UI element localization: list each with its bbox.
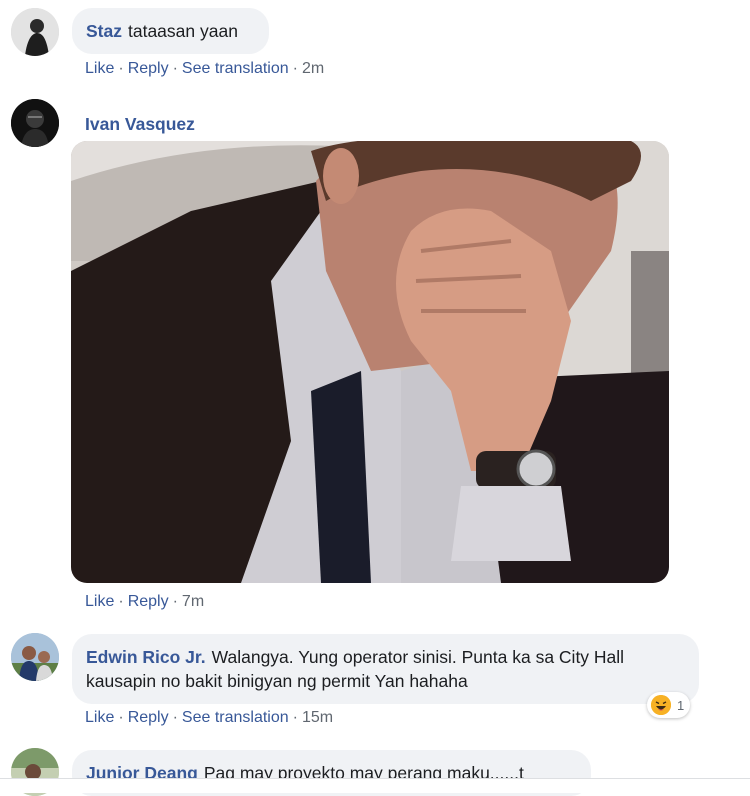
- comment-actions: Like · Reply · See translation · 15m: [85, 709, 334, 726]
- author-name[interactable]: Edwin Rico Jr.: [86, 647, 206, 667]
- comment-actions: Like · Reply · 7m: [85, 593, 205, 610]
- scroll-cutoff-divider: [0, 778, 750, 793]
- reply-link[interactable]: Reply: [128, 60, 169, 77]
- comment-bubble: Staz tataasan yaan: [72, 8, 269, 54]
- like-link[interactable]: Like: [85, 60, 114, 77]
- see-translation-link[interactable]: See translation: [182, 709, 289, 726]
- avatar[interactable]: [11, 633, 59, 681]
- reaction-number: 1: [677, 697, 685, 713]
- comment-actions: Like · Reply · See translation · 2m: [85, 60, 325, 77]
- like-link[interactable]: Like: [85, 593, 114, 610]
- avatar[interactable]: [11, 99, 59, 147]
- reaction-count[interactable]: 1: [647, 692, 691, 718]
- timestamp[interactable]: 7m: [182, 593, 204, 610]
- see-translation-link[interactable]: See translation: [182, 60, 289, 77]
- reply-link[interactable]: Reply: [128, 593, 169, 610]
- author-name[interactable]: Ivan Vasquez: [85, 114, 195, 135]
- comment-text: tataasan yaan: [127, 21, 238, 41]
- facepalm-gif-image: [71, 141, 669, 583]
- avatar[interactable]: [11, 8, 59, 56]
- reply-link[interactable]: Reply: [128, 709, 169, 726]
- timestamp[interactable]: 15m: [302, 709, 333, 726]
- like-link[interactable]: Like: [85, 709, 114, 726]
- timestamp[interactable]: 2m: [302, 60, 324, 77]
- comment-bubble: Edwin Rico Jr. Walangya. Yung operator si…: [72, 634, 699, 704]
- haha-emoji-icon: [651, 695, 671, 715]
- gif-attachment[interactable]: [71, 141, 669, 583]
- author-name[interactable]: Staz: [86, 21, 122, 41]
